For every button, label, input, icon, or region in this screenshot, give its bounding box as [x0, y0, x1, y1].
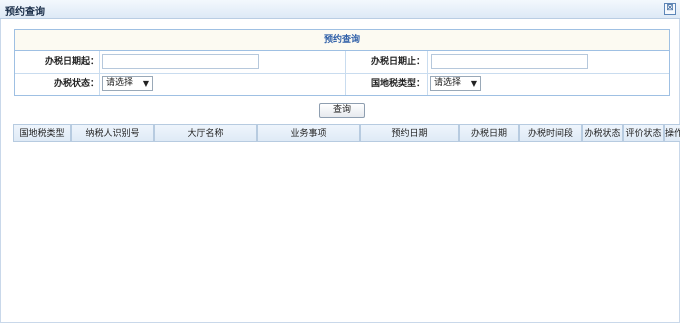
- column-header[interactable]: 办税日期: [459, 124, 519, 142]
- end-date-input[interactable]: [431, 54, 588, 69]
- end-date-label: 办税日期止：: [370, 57, 425, 67]
- column-header[interactable]: 预约日期: [360, 124, 459, 142]
- form-row-filters: 办税状态： 请选择 ▼ 国地税类型： 请选择 ▼: [15, 73, 669, 95]
- query-button[interactable]: 查询: [319, 103, 365, 118]
- close-icon[interactable]: ⊠: [664, 3, 676, 15]
- tax-type-label: 国地税类型：: [370, 79, 425, 89]
- form-row-dates: 办税日期起： 办税日期止：: [15, 51, 669, 74]
- window-titlebar: 预约查询 ⊠: [0, 0, 680, 19]
- tax-type-select-value: 请选择: [434, 78, 462, 88]
- column-header[interactable]: 国地税类型: [13, 124, 71, 142]
- column-header[interactable]: 评价状态: [623, 124, 664, 142]
- start-date-label: 办税日期起：: [44, 57, 99, 67]
- form-title: 预约查询: [15, 30, 669, 51]
- column-header[interactable]: 办税状态: [582, 124, 623, 142]
- query-form: 预约查询 办税日期起： 办税日期止： 办税状态： 请选择 ▼ 国地税类型： 请选…: [14, 29, 670, 96]
- divider: [427, 51, 428, 73]
- column-header[interactable]: 纳税人识别号: [71, 124, 154, 142]
- status-select-value: 请选择: [106, 78, 134, 88]
- start-date-input[interactable]: [102, 54, 259, 69]
- column-header[interactable]: 操作: [664, 124, 680, 142]
- dropdown-arrow-icon: ▼: [470, 79, 477, 88]
- window-title: 预约查询: [5, 7, 45, 18]
- column-header[interactable]: 大厅名称: [154, 124, 257, 142]
- status-label: 办税状态：: [53, 79, 99, 89]
- divider: [427, 73, 428, 95]
- status-select[interactable]: 请选择 ▼: [102, 76, 153, 91]
- tax-type-select[interactable]: 请选择 ▼: [430, 76, 481, 91]
- divider: [99, 73, 100, 95]
- column-header[interactable]: 业务事项: [257, 124, 360, 142]
- column-header[interactable]: 办税时间段: [519, 124, 582, 142]
- results-table-header: 国地税类型 纳税人识别号 大厅名称 业务事项 预约日期 办税日期 办税时间段 办…: [13, 124, 680, 142]
- divider: [99, 51, 100, 73]
- dropdown-arrow-icon: ▼: [142, 79, 149, 88]
